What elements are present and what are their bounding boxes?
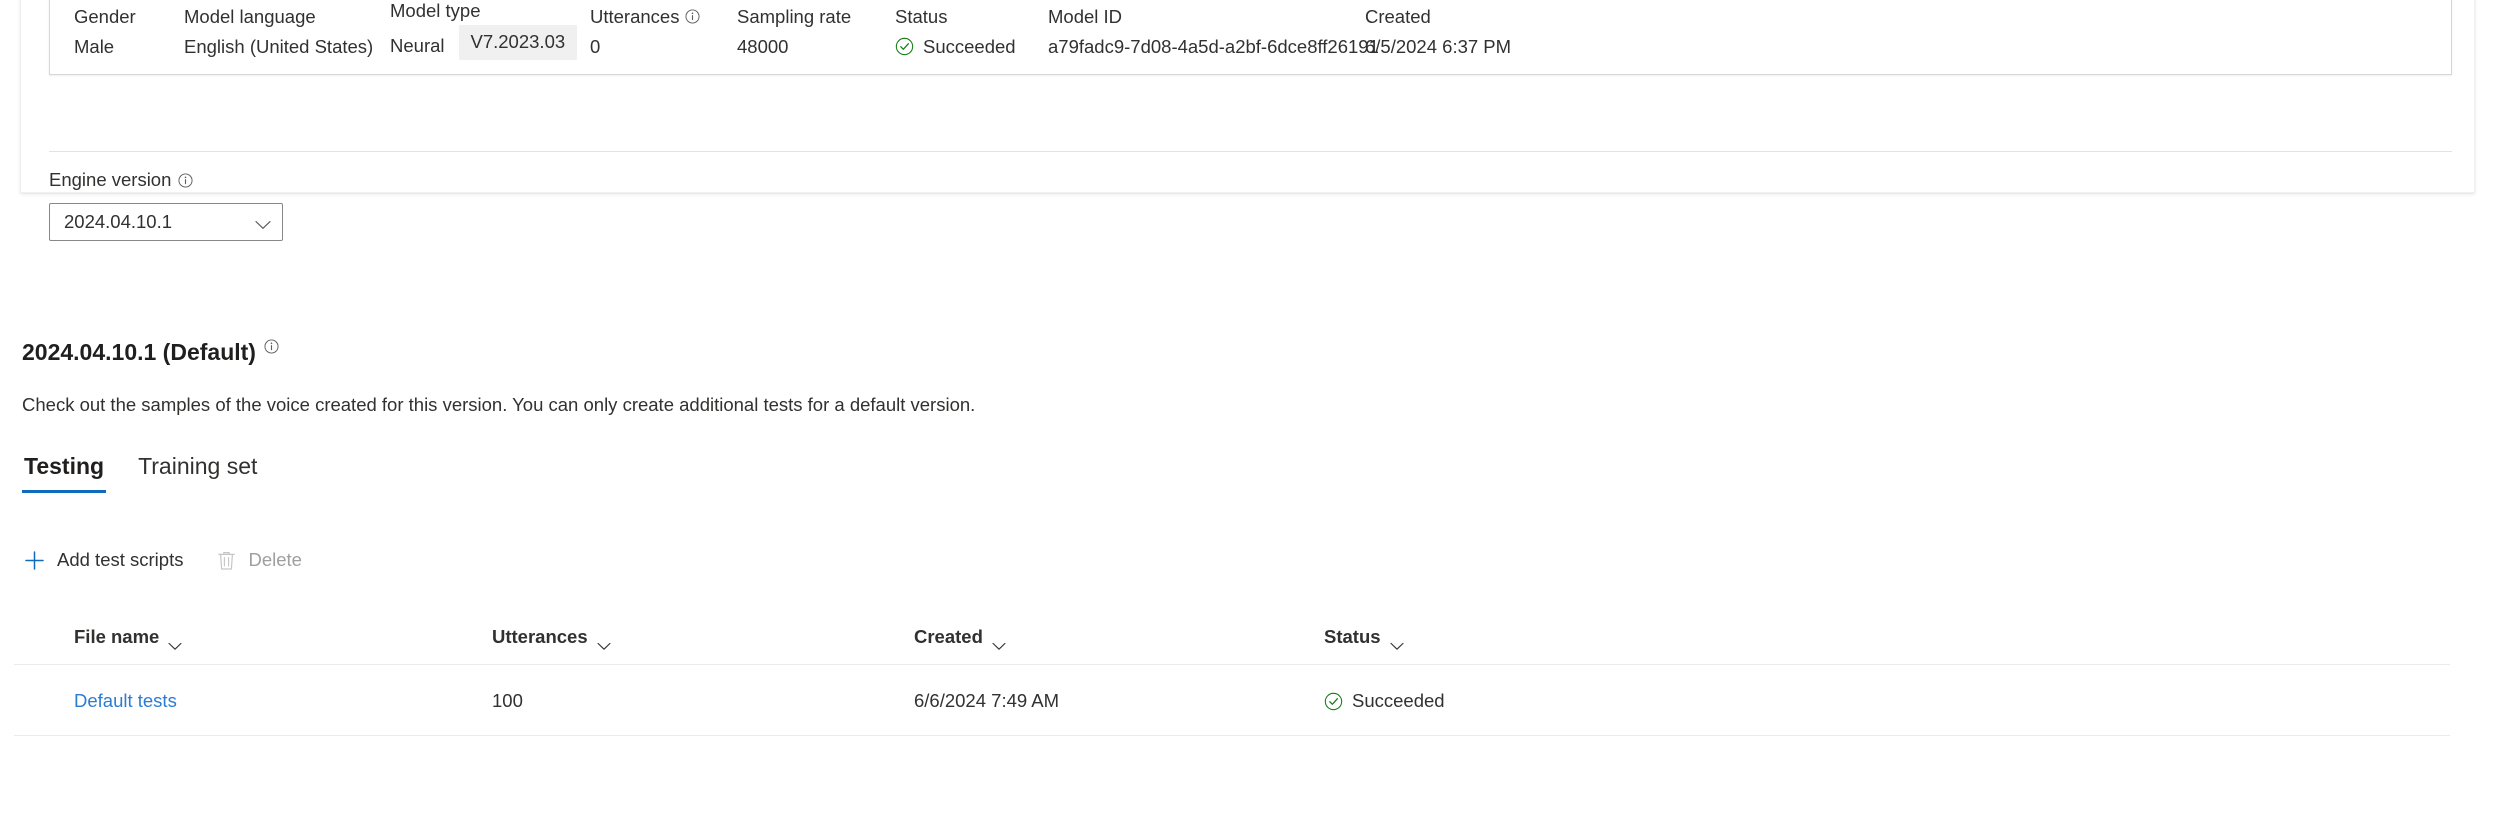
panel-divider — [49, 151, 2452, 152]
column-header-utterances-label: Utterances — [492, 626, 588, 647]
field-model-id: Model ID a79fadc9-7d08-4a5d-a2bf-6dce8ff… — [1048, 4, 1379, 59]
version-heading: 2024.04.10.1 (Default) — [22, 338, 279, 366]
model-summary-panel: Gender Male Model language English (Unit… — [20, 0, 2475, 241]
field-status-label: Status — [895, 6, 948, 27]
chevron-down-icon — [597, 633, 611, 650]
tab-testing[interactable]: Testing — [22, 452, 107, 493]
field-model-language-value: English (United States) — [184, 36, 374, 57]
info-icon[interactable] — [178, 172, 193, 188]
engine-version-dropdown[interactable]: 2024.04.10.1 — [49, 203, 283, 241]
field-model-id-label: Model ID — [1048, 6, 1123, 27]
field-model-id-value: a79fadc9-7d08-4a5d-a2bf-6dce8ff26191 — [1048, 36, 1379, 57]
command-bar: Add test scripts Delete — [14, 540, 316, 580]
field-created-label: Created — [1365, 6, 1431, 27]
engine-version-block: Engine version 2024.04.10.1 — [49, 168, 283, 241]
engine-version-selected-value: 2024.04.10.1 — [64, 211, 173, 232]
trash-icon — [217, 550, 236, 571]
tab-list: Testing Training set — [22, 452, 259, 493]
field-gender-label: Gender — [74, 6, 136, 27]
model-summary-grid: Gender Male Model language English (Unit… — [50, 0, 2451, 74]
field-sampling-rate-value: 48000 — [737, 36, 789, 57]
add-test-scripts-button[interactable]: Add test scripts — [14, 540, 197, 580]
column-header-status-label: Status — [1324, 626, 1381, 647]
add-test-scripts-label: Add test scripts — [57, 549, 184, 570]
field-model-type-label: Model type — [390, 0, 481, 21]
plus-icon — [24, 550, 45, 571]
cell-created: 6/6/2024 7:49 AM — [914, 690, 1060, 711]
delete-button[interactable]: Delete — [207, 540, 315, 580]
field-gender-value: Male — [74, 36, 115, 57]
table-row[interactable]: Default tests 100 6/6/2024 7:49 AM Succe… — [14, 665, 2450, 736]
field-status-text: Succeeded — [923, 36, 1016, 57]
chevron-down-icon — [255, 217, 271, 229]
field-model-type: Model type Neural V7.2023.03 — [390, 0, 578, 63]
tab-training-set[interactable]: Training set — [136, 452, 259, 493]
check-circle-icon — [895, 37, 914, 56]
chevron-down-icon — [168, 633, 182, 650]
cell-file-name: Default tests — [74, 689, 177, 713]
field-utterances-value: 0 — [590, 36, 601, 57]
column-header-created-label: Created — [914, 626, 983, 647]
field-utterances: Utterances 0 — [590, 4, 700, 59]
check-circle-icon — [1324, 692, 1343, 711]
file-name-link[interactable]: Default tests — [74, 689, 177, 713]
field-utterances-label: Utterances — [590, 4, 700, 29]
test-scripts-table: File name Utterances Created Status Defa… — [14, 605, 2450, 736]
version-description: Check out the samples of the voice creat… — [22, 394, 976, 415]
field-created-value: 6/5/2024 6:37 PM — [1365, 36, 1512, 57]
column-header-file-name-label: File name — [74, 626, 160, 647]
column-header-file-name[interactable]: File name — [74, 625, 182, 650]
field-model-language: Model language English (United States) — [184, 4, 373, 59]
table-header-row: File name Utterances Created Status — [14, 605, 2450, 665]
field-model-type-value: Neural V7.2023.03 — [390, 25, 578, 63]
field-sampling-rate-label: Sampling rate — [737, 6, 852, 27]
info-icon[interactable] — [685, 9, 700, 24]
field-utterances-label-text: Utterances — [590, 6, 680, 27]
delete-label: Delete — [248, 549, 302, 570]
chevron-down-icon — [1389, 633, 1404, 650]
info-icon[interactable] — [264, 339, 279, 354]
column-header-created[interactable]: Created — [914, 625, 1006, 650]
model-version-badge: V7.2023.03 — [458, 25, 578, 60]
field-created: Created 6/5/2024 6:37 PM — [1365, 4, 1511, 59]
version-heading-text: 2024.04.10.1 (Default) — [22, 339, 256, 365]
column-header-utterances[interactable]: Utterances — [492, 625, 611, 650]
column-header-status[interactable]: Status — [1324, 625, 1404, 650]
field-model-type-text: Neural — [390, 35, 445, 56]
cell-utterances: 100 — [492, 690, 523, 711]
cell-status-text: Succeeded — [1352, 690, 1445, 711]
engine-version-label: Engine version — [49, 168, 283, 192]
field-status: Status Succeeded — [895, 4, 1016, 59]
chevron-down-icon — [992, 633, 1006, 650]
field-gender: Gender Male — [74, 4, 136, 59]
field-status-value: Succeeded — [895, 34, 1016, 59]
field-model-language-label: Model language — [184, 6, 316, 27]
model-detail-page: Gender Male Model language English (Unit… — [0, 0, 2506, 816]
cell-status: Succeeded — [1324, 689, 1445, 713]
field-sampling-rate: Sampling rate 48000 — [737, 4, 851, 59]
model-summary-card: Gender Male Model language English (Unit… — [49, 0, 2452, 75]
engine-version-label-text: Engine version — [49, 169, 172, 190]
